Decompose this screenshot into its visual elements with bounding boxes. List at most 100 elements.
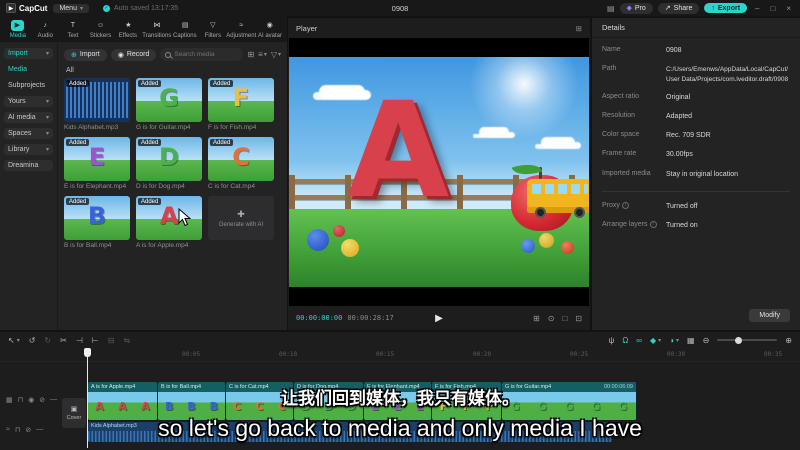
tab-transitions[interactable]: ⋈ Transitions (142, 20, 171, 39)
export-button[interactable]: ↑ Export (704, 3, 748, 13)
sidebar-item-dreamina[interactable]: Dreamina (4, 160, 53, 171)
menu-button[interactable]: Menu ▾ (53, 3, 89, 13)
filters-icon: ▽ (210, 22, 216, 29)
details-panel: Details Name 0908 Path C:/Users/Emenws/App… (592, 18, 800, 330)
undo-icon[interactable]: ↺ (29, 336, 36, 345)
delete-icon[interactable]: ⊟ (108, 336, 115, 345)
redo-icon[interactable]: ↻ (44, 336, 51, 345)
sidebar-item-import[interactable]: Import ▾ (4, 48, 53, 59)
autosave-text: Auto saved 13:17:35 (113, 4, 179, 12)
chevron-down-icon: ▾ (79, 5, 83, 12)
search-icon (165, 51, 172, 58)
share-button[interactable]: ↗ Share (657, 2, 700, 14)
zoom-out-icon[interactable]: ⊖ (703, 336, 710, 345)
media-item-g-guitar[interactable]: Added G G is for Guitar.mp4 (136, 78, 202, 131)
grid-view-icon[interactable]: ⊞ (247, 50, 254, 59)
pro-button[interactable]: ◆ Pro (619, 2, 653, 14)
sidebar-item-ai-media[interactable]: AI media ▾ (4, 112, 53, 123)
delete-left-icon[interactable]: ⊣ (76, 336, 83, 345)
tab-media[interactable]: ▶ Media (4, 19, 31, 39)
timeline-zoom-slider[interactable] (717, 336, 778, 344)
maximize-button[interactable]: □ (767, 4, 778, 13)
adjustment-icon: ≈ (239, 21, 244, 29)
magnet-snap-toggle[interactable]: Ω (622, 336, 628, 345)
media-content: ⊕Import ◉Record ⊞ ≡▾ ▽▾ All Added Kids A… (58, 42, 287, 330)
link-toggle[interactable]: ∞ (636, 336, 642, 345)
media-item-e-elephant[interactable]: Added E E is for Elephant.mp4 (64, 137, 130, 190)
mirror-icon[interactable]: ⇋ (123, 336, 130, 345)
tab-ai-avatar[interactable]: ◉ AI avatar (256, 20, 283, 39)
media-item-f-fish[interactable]: Added F F is for Fish.mp4 (208, 78, 274, 131)
sidebar-item-spaces[interactable]: Spaces ▾ (4, 128, 53, 139)
share-icon: ↗ (664, 5, 671, 12)
player-panel: Player ⊞ A 00:00:00:00 00:00:28:17 ▶ ⊞ ⊙ (288, 18, 590, 330)
sidebar-item-media[interactable]: Media (4, 64, 53, 75)
record-icon: ◉ (117, 51, 124, 59)
tab-filters[interactable]: ▽ Filters (200, 20, 227, 39)
thumb-letter: C (232, 143, 250, 171)
tab-adjustment[interactable]: ≈ Adjustment (226, 20, 256, 39)
added-badge: Added (210, 139, 234, 146)
search-input[interactable] (174, 51, 239, 58)
media-sidebar: Import ▾ Media Subprojects Yours ▾ AI medi… (0, 42, 58, 330)
sidebar-item-library[interactable]: Library ▾ (4, 144, 53, 155)
tab-audio[interactable]: ♪ Audio (32, 20, 59, 39)
detail-row-resolution: Resolution Adapted (602, 112, 693, 121)
media-section-all[interactable]: All (66, 67, 281, 74)
delete-right-icon[interactable]: ⊢ (92, 336, 99, 345)
sidebar-item-yours[interactable]: Yours ▾ (4, 96, 53, 107)
focus-icon[interactable]: ⊙ (548, 314, 555, 323)
added-badge: Added (138, 80, 162, 87)
timeline-ruler[interactable]: 00:05 00:10 00:15 00:20 00:25 00:30 00:3… (0, 348, 800, 362)
modify-button[interactable]: Modify (749, 309, 790, 322)
media-item-b-ball[interactable]: Added B B is for Ball.mp4 (64, 196, 130, 249)
tab-effects[interactable]: ★ Effects (115, 20, 142, 39)
sort-icon[interactable]: ≡ ▾ (258, 50, 267, 59)
autocut-toggle[interactable]: ◑ ▾ (669, 336, 679, 345)
detail-row-frame-rate: Frame rate 30.00fps (602, 150, 693, 159)
ball (307, 229, 329, 251)
added-badge: Added (66, 80, 90, 87)
info-icon: i (621, 201, 629, 209)
zoom-in-icon[interactable]: ⊕ (785, 336, 792, 345)
sidebar-item-subprojects[interactable]: Subprojects (4, 80, 53, 91)
import-button[interactable]: ⊕ Import (64, 48, 107, 61)
player-controls: 00:00:00:00 00:00:28:17 ▶ ⊞ ⊙ □ ⊡ (288, 306, 590, 330)
tab-captions[interactable]: ▤ Captions (172, 20, 199, 39)
split-icon[interactable]: ✂ (60, 336, 67, 345)
keyframe-toggle[interactable]: ◆ ▾ (650, 336, 661, 345)
preview-frames-icon[interactable]: ▦ (687, 336, 695, 345)
app-name: CapCut (19, 3, 48, 13)
added-badge: Added (66, 139, 90, 146)
layout-icon[interactable]: ▤ (607, 4, 615, 13)
chevron-down-icon: ▾ (45, 51, 49, 57)
captions-icon: ▤ (181, 22, 189, 29)
thumb-letter: B (87, 202, 107, 230)
effects-icon: ★ (125, 22, 132, 29)
fullscreen-icon[interactable]: ⊡ (575, 314, 582, 323)
pro-diamond-icon: ◆ (626, 5, 632, 12)
generate-with-ai-card[interactable]: ✚ Generate with AI (208, 196, 274, 249)
subtitle-chinese: 让我们回到媒体，我只有媒体。 (281, 389, 519, 408)
minimize-button[interactable]: – (752, 4, 762, 13)
tab-text[interactable]: T Text (60, 20, 87, 39)
voiceover-mic-icon[interactable]: ψ (609, 336, 615, 345)
close-button[interactable]: × (783, 4, 794, 13)
detail-row-arrange-layers[interactable]: Arrange layers i Turned on (602, 220, 790, 231)
media-item-c-cat[interactable]: Added C C is for Cat.mp4 (208, 137, 274, 190)
filter-icon[interactable]: ▽ ▾ (271, 50, 281, 59)
tab-stickers[interactable]: ☺ Stickers (87, 20, 114, 39)
select-tool-icon[interactable]: ↖ ▾ (8, 336, 20, 345)
details-title: Details (592, 18, 800, 38)
player-viewport[interactable]: A (289, 38, 589, 306)
render-quality-icon[interactable]: ⊞ (533, 314, 540, 323)
detail-row-proxy[interactable]: Proxy i Turned off (602, 201, 790, 212)
media-item-kids-alphabet[interactable]: Added Kids Alphabet.mp3 (64, 78, 130, 131)
ratio-icon[interactable]: □ (562, 314, 567, 323)
record-button[interactable]: ◉ Record (110, 48, 157, 61)
media-item-d-dog[interactable]: Added D D is for Dog.mp4 (136, 137, 202, 190)
media-search[interactable] (160, 48, 244, 61)
player-detach-icon[interactable]: ⊞ (576, 24, 582, 33)
detail-row-imported-media: Imported media Stay in original location (602, 169, 738, 178)
media-item-a-apple[interactable]: Added A A is for Apple.mp4 (136, 196, 202, 249)
